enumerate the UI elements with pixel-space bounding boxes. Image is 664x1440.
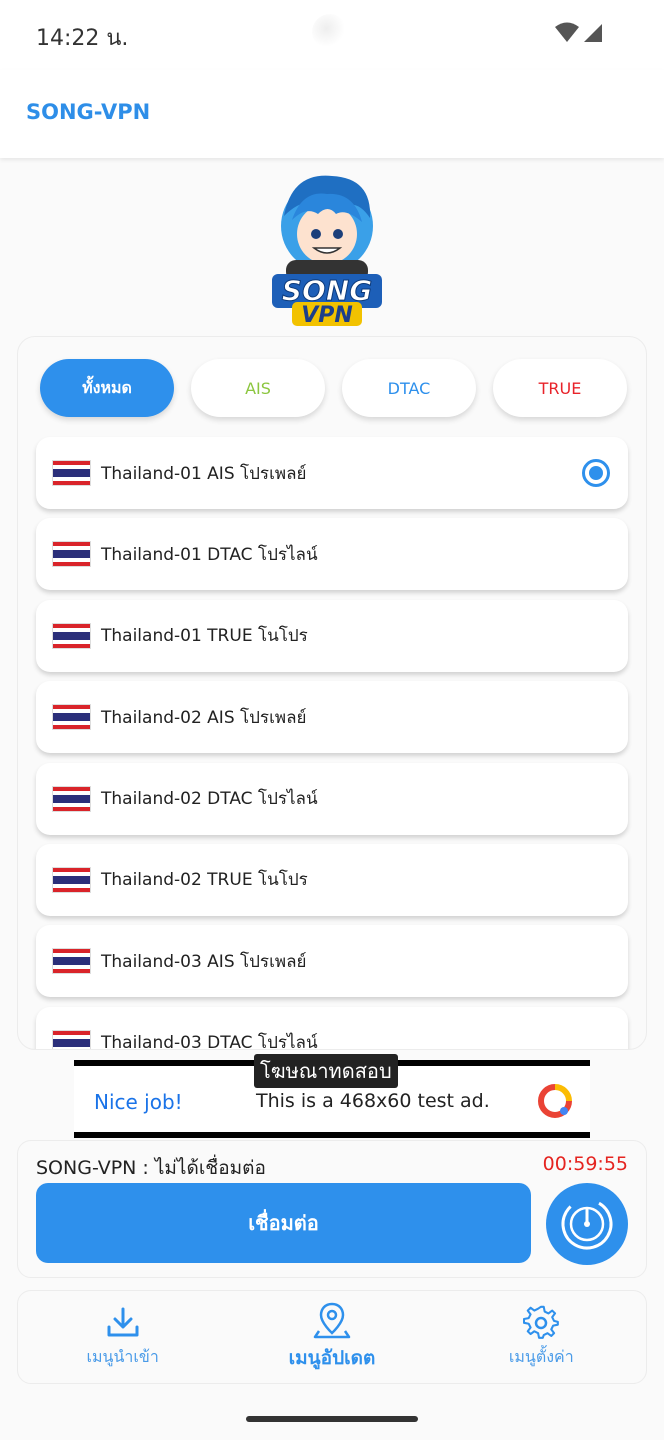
server-label: Thailand-03 AIS โปรเพลย์ <box>101 951 307 972</box>
server-label: Thailand-01 TRUE โนโปร <box>101 626 308 647</box>
server-item[interactable]: Thailand-02 DTAC โปรไลน์ <box>36 762 628 835</box>
server-item[interactable]: Thailand-01 AIS โปรเพลย์ <box>36 437 628 509</box>
server-item[interactable]: Thailand-02 TRUE โนโปร <box>36 843 628 916</box>
ad-test-tag: โฆษณาทดสอบ <box>254 1054 398 1088</box>
thailand-flag-icon <box>52 866 91 893</box>
nav-settings[interactable]: เมนูตั้งค่า <box>437 1291 646 1383</box>
status-icons <box>554 22 604 44</box>
server-label: Thailand-02 AIS โปรเพลย์ <box>101 707 307 728</box>
status-time: 14:22 น. <box>36 26 129 51</box>
server-label: Thailand-02 DTAC โปรไลน์ <box>101 789 318 810</box>
filter-all[interactable]: ทั้งหมด <box>40 359 174 417</box>
nav-import-label: เมนูนำเข้า <box>86 1346 159 1366</box>
app-title: SONG-VPN <box>26 100 151 124</box>
filter-ais[interactable]: AIS <box>191 359 325 417</box>
server-item[interactable]: Thailand-01 DTAC โปรไลน์ <box>36 518 628 591</box>
filter-dtac[interactable]: DTAC <box>342 359 476 417</box>
thailand-flag-icon <box>52 622 91 649</box>
thailand-flag-icon <box>52 541 91 568</box>
ad-banner[interactable]: Nice job! This is a 468x60 test ad. โฆษณ… <box>74 1054 590 1138</box>
thailand-flag-icon <box>52 948 91 975</box>
connect-button[interactable]: เชื่อมต่อ <box>36 1183 531 1263</box>
server-panel: ทั้งหมด AIS DTAC TRUE Thailand-01 AIS โป… <box>17 336 647 1050</box>
connection-panel: SONG-VPN : ไม่ได้เชื่อมต่อ 00:59:55 เชื่… <box>17 1140 647 1278</box>
filter-true[interactable]: TRUE <box>493 359 627 417</box>
server-label: Thailand-03 DTAC โปรไลน์ <box>101 1033 318 1050</box>
nav-settings-label: เมนูตั้งค่า <box>508 1346 574 1366</box>
nav-update[interactable]: เมนูอัปเดต <box>227 1291 436 1383</box>
server-label: Thailand-02 TRUE โนโปร <box>101 870 308 891</box>
app-logo: SONG VPN <box>262 168 392 328</box>
nav-import[interactable]: เมนูนำเข้า <box>18 1291 227 1383</box>
home-indicator[interactable] <box>246 1416 418 1422</box>
thailand-flag-icon <box>52 460 91 486</box>
server-label: Thailand-01 DTAC โปรไลน์ <box>101 544 318 565</box>
location-pin-icon <box>313 1302 351 1339</box>
camera-cutout <box>312 14 348 50</box>
server-item[interactable]: Thailand-02 AIS โปรเพลย์ <box>36 681 628 754</box>
ad-message: This is a 468x60 test ad. <box>256 1090 490 1112</box>
wifi-icon <box>555 22 579 42</box>
speedometer-button[interactable] <box>546 1183 628 1265</box>
speedometer-icon <box>561 1198 613 1250</box>
connection-timer: 00:59:55 <box>542 1153 628 1175</box>
gear-icon <box>523 1305 560 1339</box>
server-item[interactable]: Thailand-03 DTAC โปรไลน์ <box>36 1006 628 1050</box>
bottom-nav: เมนูนำเข้า เมนูอัปเดต เมนูตั้งค่า <box>17 1290 647 1384</box>
thailand-flag-icon <box>52 1029 91 1049</box>
app-bar: SONG-VPN <box>0 70 664 158</box>
svg-text:VPN: VPN <box>301 303 353 328</box>
server-label: Thailand-01 AIS โปรเพลย์ <box>101 463 307 484</box>
status-bar: 14:22 น. <box>0 0 664 70</box>
ad-logo-icon <box>538 1084 572 1118</box>
server-item[interactable]: Thailand-01 TRUE โนโปร <box>36 599 628 672</box>
server-list: Thailand-01 AIS โปรเพลย์ Thailand-01 DTA… <box>36 437 630 1050</box>
connection-status: SONG-VPN : ไม่ได้เชื่อมต่อ <box>36 1157 266 1179</box>
ad-headline: Nice job! <box>94 1090 183 1114</box>
filter-chips: ทั้งหมด AIS DTAC TRUE <box>40 359 627 417</box>
download-icon <box>107 1307 139 1336</box>
thailand-flag-icon <box>52 785 91 812</box>
nav-update-label: เมนูอัปเดต <box>288 1347 376 1369</box>
signal-icon <box>584 24 602 42</box>
selected-radio[interactable] <box>582 459 610 487</box>
server-item[interactable]: Thailand-03 AIS โปรเพลย์ <box>36 925 628 998</box>
thailand-flag-icon <box>52 704 91 731</box>
